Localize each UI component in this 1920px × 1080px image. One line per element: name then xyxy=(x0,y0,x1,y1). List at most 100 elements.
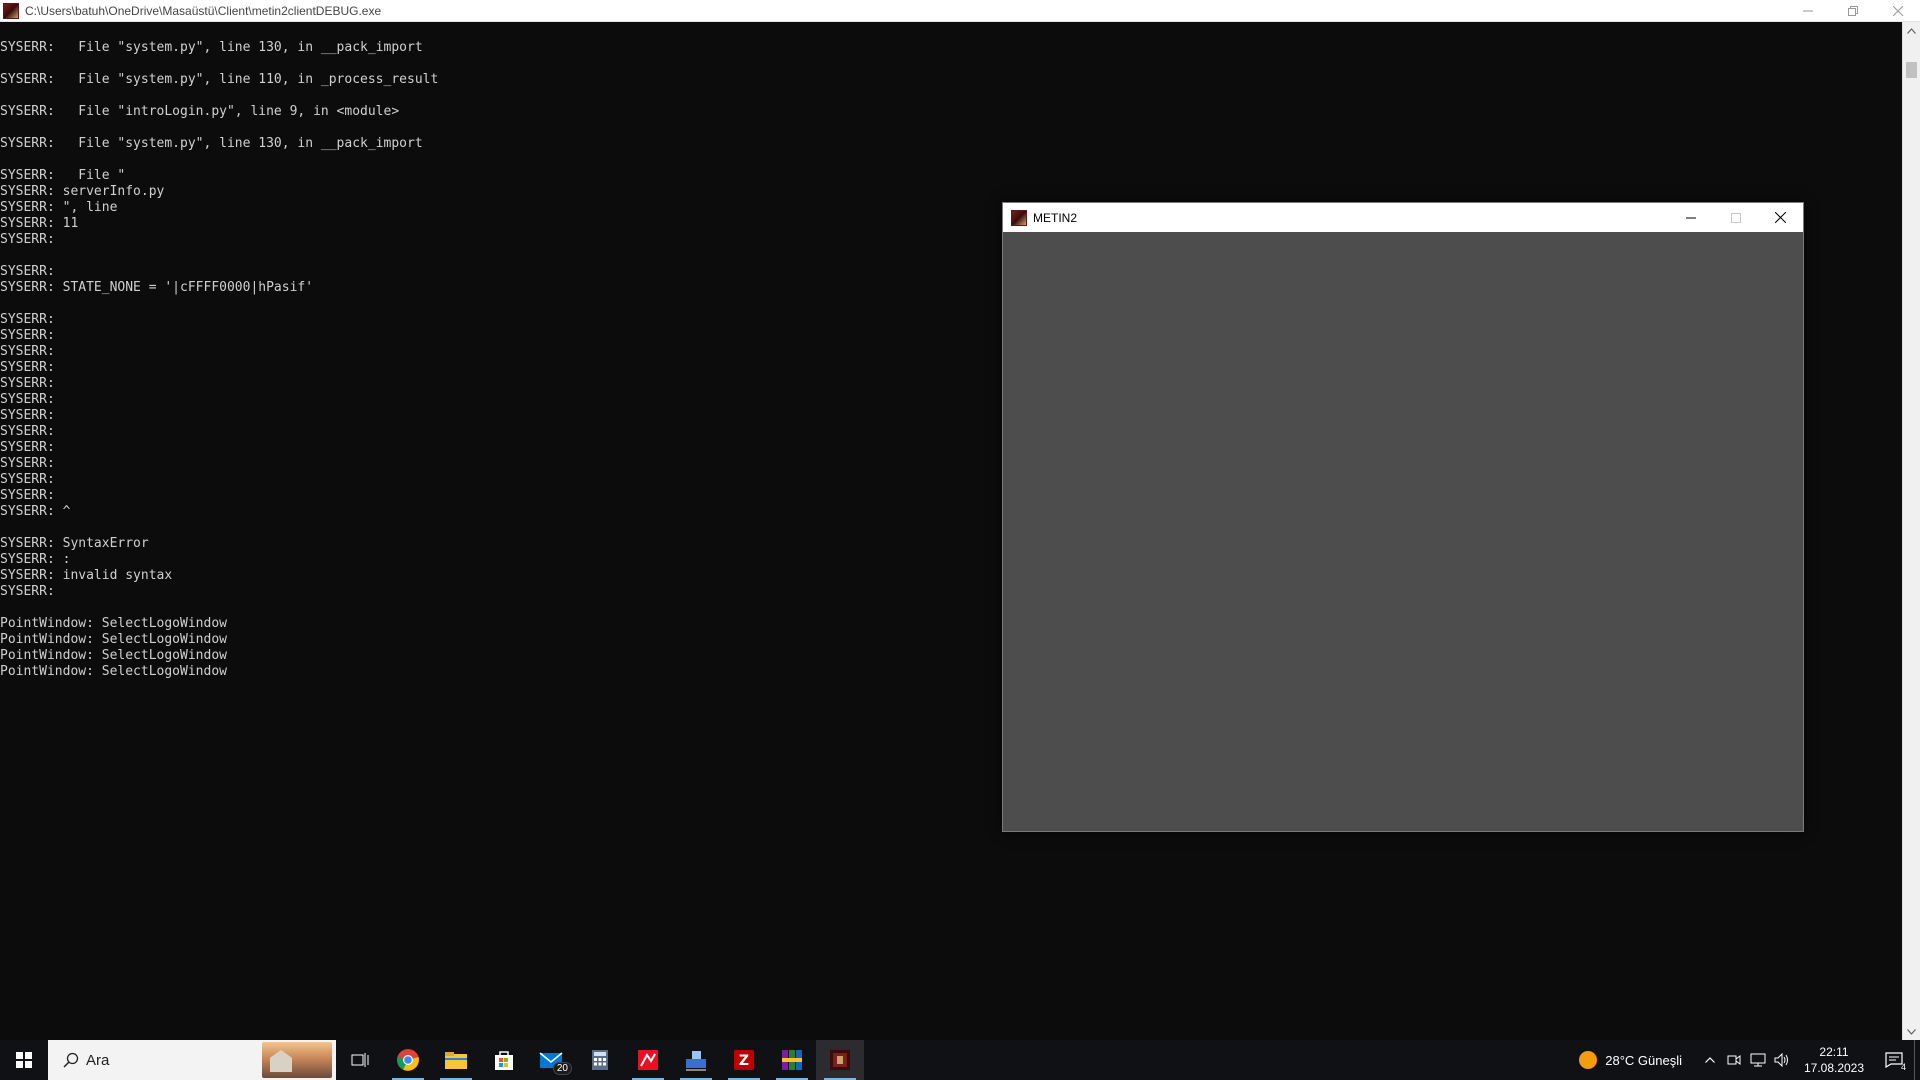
console-line: SYSERR: File " xyxy=(0,168,126,183)
notification-center-button[interactable]: 4 xyxy=(1874,1040,1914,1080)
restore-button[interactable] xyxy=(1830,0,1875,22)
console-line: SYSERR: invalid syntax xyxy=(0,568,173,583)
chevron-up-icon xyxy=(1705,1057,1715,1063)
start-button[interactable] xyxy=(0,1040,48,1080)
mail-badge: 20 xyxy=(552,1062,572,1075)
console-line: SYSERR: SyntaxError xyxy=(0,536,149,551)
console-line: SYSERR: xyxy=(0,360,55,375)
winrar-icon xyxy=(782,1050,802,1070)
console-scrollbar[interactable] xyxy=(1902,22,1920,1040)
console-line: SYSERR: serverInfo.py xyxy=(0,184,165,199)
task-view-button[interactable] xyxy=(336,1040,384,1080)
console-title: C:\Users\batuh\OneDrive\Masaüstü\Client\… xyxy=(25,3,382,18)
weather-text: 28°C Güneşli xyxy=(1605,1052,1682,1068)
task-view-icon xyxy=(351,1053,369,1067)
console-window-controls xyxy=(1785,0,1920,22)
metin2-console-icon xyxy=(3,2,19,19)
console-line: SYSERR: xyxy=(0,328,55,343)
calculator-button[interactable] xyxy=(576,1040,624,1080)
close-icon xyxy=(1892,6,1903,16)
mail-button[interactable]: 20 xyxy=(528,1040,576,1080)
console-line: SYSERR: File "introLogin.py", line 9, in… xyxy=(0,104,400,119)
metin2-titlebar[interactable]: METIN2 xyxy=(1003,203,1803,232)
console-line: SYSERR: File "system.py", line 130, in _… xyxy=(0,136,423,151)
console-line: SYSERR: ", line xyxy=(0,200,118,215)
network-tool-button[interactable] xyxy=(672,1040,720,1080)
filezilla-button[interactable]: Z xyxy=(720,1040,768,1080)
calculator-icon xyxy=(592,1050,608,1070)
console-line: SYSERR: : xyxy=(0,552,71,567)
console-line: SYSERR: xyxy=(0,232,55,247)
console-line: SYSERR: xyxy=(0,488,55,503)
console-line: PointWindow: SelectLogoWindow xyxy=(0,616,227,631)
show-desktop-button[interactable] xyxy=(1914,1040,1920,1080)
metin2-taskbar-button[interactable] xyxy=(816,1040,864,1080)
network-icon xyxy=(1750,1053,1766,1067)
console-line: SYSERR: xyxy=(0,376,55,391)
console-line: SYSERR: xyxy=(0,456,55,471)
console-line: SYSERR: File "system.py", line 130, in _… xyxy=(0,40,423,55)
filezilla-icon: Z xyxy=(734,1050,754,1070)
metin2-app-icon xyxy=(1011,209,1027,226)
chevron-up-icon xyxy=(1907,27,1916,34)
search-placeholder: Ara xyxy=(86,1051,110,1069)
console-line: SYSERR: xyxy=(0,392,55,407)
chrome-button[interactable] xyxy=(384,1040,432,1080)
scroll-up-button[interactable] xyxy=(1903,22,1920,39)
metin2-close-button[interactable] xyxy=(1758,203,1803,232)
chevron-down-icon xyxy=(1907,1028,1916,1035)
volume-button[interactable] xyxy=(1770,1040,1794,1080)
minimize-button[interactable] xyxy=(1785,0,1830,22)
volume-icon xyxy=(1774,1053,1788,1067)
metin2-title: METIN2 xyxy=(1033,210,1078,225)
search-highlight-image[interactable] xyxy=(262,1042,332,1078)
console-line: SYSERR: xyxy=(0,344,55,359)
search-icon xyxy=(56,1052,86,1068)
camera-icon xyxy=(1727,1055,1741,1065)
console-line: PointWindow: SelectLogoWindow xyxy=(0,632,227,647)
svg-text:Z: Z xyxy=(739,1053,749,1069)
scrollbar-thumb[interactable] xyxy=(1906,62,1917,78)
metin2-minimize-button[interactable] xyxy=(1668,203,1713,232)
console-line: SYSERR: STATE_NONE = '|cFFFF0000|hPasif' xyxy=(0,280,314,295)
metin2-maximize-button xyxy=(1713,203,1758,232)
console-line: SYSERR: 11 xyxy=(0,216,79,231)
weather-widget[interactable]: 28°C Güneşli xyxy=(1579,1051,1682,1069)
metin2-game-canvas[interactable] xyxy=(1003,232,1803,831)
console-line: SYSERR: xyxy=(0,264,55,279)
store-icon xyxy=(495,1051,513,1070)
meet-now-button[interactable] xyxy=(1722,1040,1746,1080)
clock-date: 17.08.2023 xyxy=(1803,1061,1865,1075)
taskbar-search[interactable]: Ara xyxy=(48,1040,336,1080)
metin2-window-controls xyxy=(1668,203,1803,232)
console-titlebar[interactable]: C:\Users\batuh\OneDrive\Masaüstü\Client\… xyxy=(0,0,1920,22)
scroll-down-button[interactable] xyxy=(1903,1023,1920,1040)
close-button[interactable] xyxy=(1875,0,1920,22)
taskbar: Ara 20 Z 28°C Güneşli 22:11 17.08.2023 4 xyxy=(0,1040,1920,1080)
notification-count: 4 xyxy=(1900,1062,1906,1072)
red-app-button[interactable] xyxy=(624,1040,672,1080)
sun-icon xyxy=(1579,1051,1598,1069)
windows-logo-icon xyxy=(16,1052,32,1068)
clock[interactable]: 22:11 17.08.2023 xyxy=(1794,1040,1874,1080)
console-line: PointWindow: SelectLogoWindow xyxy=(0,648,227,663)
console-line: SYSERR: xyxy=(0,312,55,327)
restore-icon xyxy=(1847,6,1858,16)
system-tray: 28°C Güneşli 22:11 17.08.2023 4 xyxy=(1579,1040,1920,1080)
close-icon xyxy=(1775,212,1786,223)
console-line: PointWindow: SelectLogoWindow xyxy=(0,664,227,679)
store-button[interactable] xyxy=(480,1040,528,1080)
metin2-window[interactable]: METIN2 xyxy=(1002,202,1804,832)
show-hidden-icons-button[interactable] xyxy=(1698,1040,1722,1080)
file-explorer-button[interactable] xyxy=(432,1040,480,1080)
file-explorer-icon xyxy=(445,1052,467,1069)
console-line: SYSERR: xyxy=(0,472,55,487)
winrar-button[interactable] xyxy=(768,1040,816,1080)
network-button[interactable] xyxy=(1746,1040,1770,1080)
